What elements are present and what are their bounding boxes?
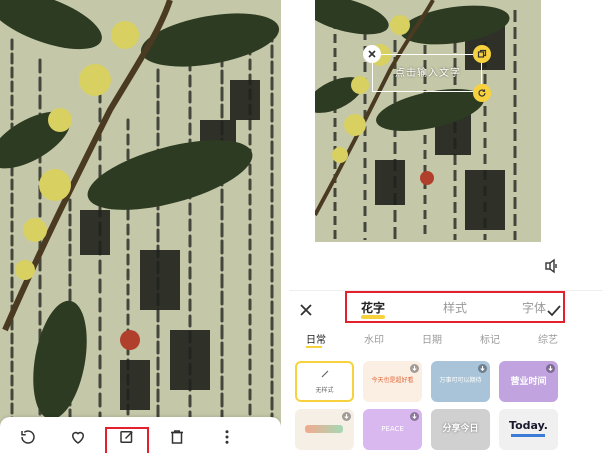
download-icon: [344, 413, 349, 419]
rotate-text-handle[interactable]: [473, 84, 491, 102]
download-badge: [342, 412, 351, 421]
tile-label: 无样式: [315, 387, 334, 394]
download-icon: [480, 365, 485, 371]
delete-icon: [171, 430, 183, 444]
tab-active-indicator: [361, 315, 385, 319]
download-icon: [412, 365, 417, 371]
category-mark[interactable]: 标记: [480, 331, 500, 346]
app-screenshot: 点击输入文字 花字 样式 字体 日常 水印 日期 标记 综艺 无样式 今天也是超…: [0, 0, 603, 454]
style-tabs: 花字 样式 字体: [345, 291, 565, 323]
download-badge: [410, 412, 419, 421]
category-daily[interactable]: 日常: [306, 331, 326, 346]
tab-huazi[interactable]: 花字: [361, 299, 385, 316]
style-tile-2[interactable]: 今天也是超好看: [363, 361, 422, 402]
preview-area: 点击输入文字: [289, 0, 603, 290]
tile-label: 万事可可以期待: [439, 377, 482, 384]
slash-icon: [321, 370, 329, 378]
tile-label: Today.: [509, 419, 548, 432]
download-icon: [412, 413, 417, 419]
close-icon: [368, 50, 376, 58]
tile-label: 今天也是超好看: [371, 377, 414, 384]
text-editor: 点击输入文字 花字 样式 字体 日常 水印 日期 标记 综艺 无样式 今天也是超…: [289, 0, 603, 454]
style-tile-4[interactable]: 营业时间: [499, 361, 558, 402]
tab-font[interactable]: 字体: [522, 299, 546, 316]
remove-text-button[interactable]: [363, 45, 381, 63]
category-watermark[interactable]: 水印: [364, 331, 384, 346]
favorite-button[interactable]: [64, 423, 92, 451]
tile-label: PEACE: [381, 425, 404, 433]
download-icon: [548, 365, 553, 371]
style-tile-3[interactable]: 万事可可以期待: [431, 361, 490, 402]
style-tile-none[interactable]: 无样式: [295, 361, 354, 402]
style-tile-7[interactable]: 分享今日: [431, 409, 490, 450]
preview-image: [315, 0, 541, 242]
heart-icon: [71, 431, 85, 444]
more-button[interactable]: [213, 423, 241, 451]
category-active-indicator: [306, 346, 322, 348]
tab-style[interactable]: 样式: [443, 299, 467, 316]
replay-button[interactable]: [14, 423, 42, 451]
rotate-icon: [478, 89, 486, 97]
tile-label: 分享今日: [442, 424, 479, 434]
text-style-panel: 花字 样式 字体 日常 水印 日期 标记 综艺 无样式 今天也是超好看 万事可可…: [289, 290, 603, 454]
style-tile-6[interactable]: PEACE: [363, 409, 422, 450]
download-badge: [478, 364, 487, 373]
photo-viewer: [0, 0, 281, 453]
replay-icon: [21, 430, 35, 444]
category-tabs: 日常 水印 日期 标记 综艺: [289, 331, 603, 349]
copy-icon: [477, 49, 487, 58]
more-icon: [225, 430, 229, 444]
check-icon[interactable]: [545, 302, 563, 320]
tile-label: 营业时间: [510, 377, 547, 387]
tile-preview-bar: [305, 425, 343, 433]
tile-underline: [511, 434, 545, 437]
text-input-box[interactable]: 点击输入文字: [372, 54, 482, 92]
close-icon[interactable]: [297, 301, 315, 319]
download-badge: [546, 364, 555, 373]
category-date[interactable]: 日期: [422, 331, 442, 346]
photo-image: [0, 0, 281, 453]
style-tile-5[interactable]: [295, 409, 354, 450]
text-placeholder: 点击输入文字: [395, 68, 461, 79]
highlight-edit-box: [105, 427, 149, 453]
audio-icon[interactable]: [544, 258, 560, 274]
delete-button[interactable]: [163, 423, 191, 451]
copy-text-button[interactable]: [473, 45, 491, 63]
style-tile-8[interactable]: Today.: [499, 409, 558, 450]
download-badge: [410, 364, 419, 373]
panel-divider: [281, 0, 289, 453]
category-variety[interactable]: 综艺: [538, 331, 558, 346]
preview-photo: [315, 0, 541, 242]
